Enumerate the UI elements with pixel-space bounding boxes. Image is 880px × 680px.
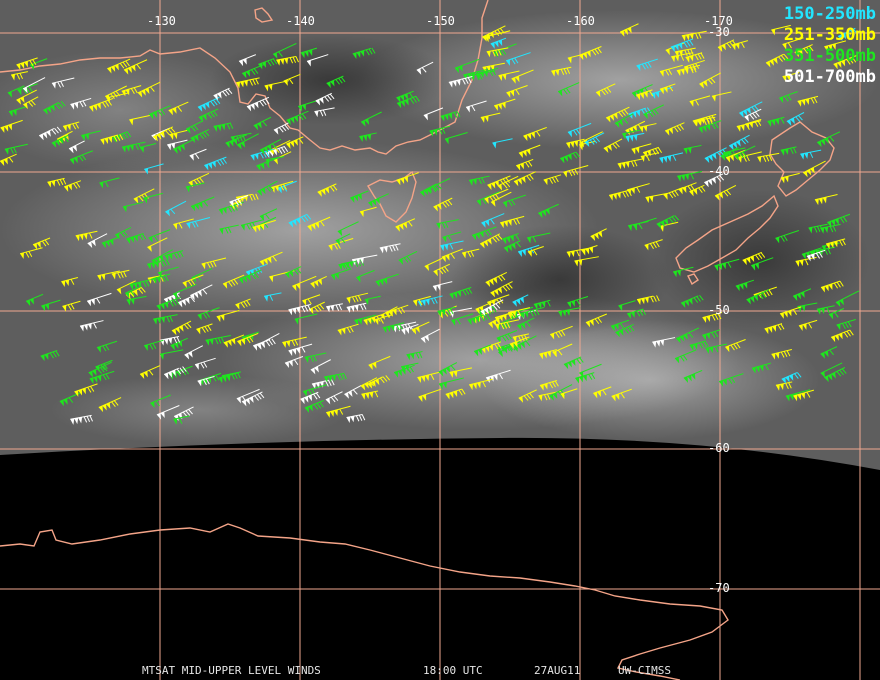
pressure-level-legend: 150-250mb 251-350mb 351-500mb 501-700mb [784,4,876,88]
legend-item-351-500: 351-500mb [783,46,876,66]
antarctica-coast [0,523,729,680]
product-footer: MTSAT MID-UPPER LEVEL WINDS 18:00 UTC 27… [0,664,880,678]
lon-label-140: -140 [286,14,315,28]
product-title: MTSAT MID-UPPER LEVEL WINDS [142,664,321,677]
lat-label-40: -40 [708,164,730,178]
lat-label-50: -50 [708,303,730,317]
legend-item-251-350: 251-350mb [783,25,876,45]
lat-label-30: -30 [708,25,730,39]
lat-label-60: -60 [708,441,730,455]
lat-label-70: -70 [708,581,730,595]
product-time: 18:00 UTC [423,664,483,677]
legend-item-150-250: 150-250mb [783,4,876,24]
product-source: UW-CIMSS [618,664,671,677]
lon-label-150: -150 [426,14,455,28]
legend-item-501-700: 501-700mb [783,67,876,87]
lon-label-130: -130 [147,14,176,28]
lon-label-160: -160 [566,14,595,28]
satellite-wind-map [0,0,880,680]
product-date: 27AUG11 [534,664,581,677]
